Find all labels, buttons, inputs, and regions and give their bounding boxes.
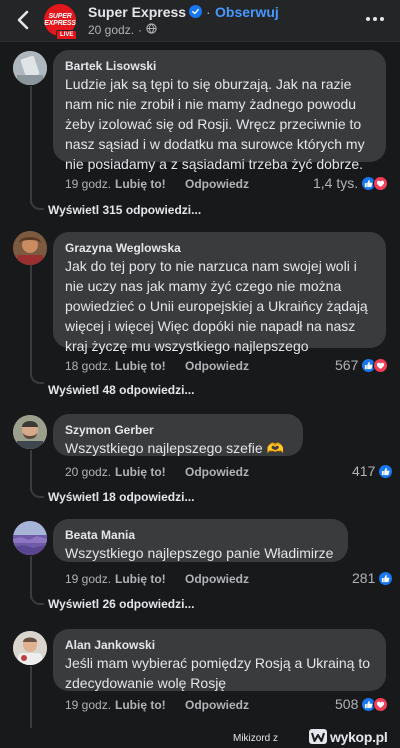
view-replies-link[interactable]: Wyświetl 18 odpowiedzi...: [48, 490, 194, 504]
love-reaction-icon: [373, 357, 389, 373]
comment-time: 18 godz.: [65, 359, 112, 373]
verified-badge-icon: [189, 5, 202, 18]
comment-author[interactable]: Beata Mania: [65, 527, 336, 543]
reply-button[interactable]: Odpowiedz: [185, 359, 249, 373]
comment-actions: 19 godz. Lubię to! Odpowiedz: [65, 572, 249, 586]
thread-line: [30, 86, 32, 204]
comment-actions: 19 godz. Lubię to! Odpowiedz: [65, 177, 249, 191]
reaction-summary[interactable]: 567: [335, 357, 389, 373]
comment-line: Jeśli mam wybierać pomiędzy Rosją a Ukra…: [65, 655, 370, 671]
reaction-count: 1,4 tys.: [313, 175, 359, 191]
brand-line-2: EXPRESS: [44, 20, 76, 27]
love-reaction-icon: [373, 175, 389, 191]
comment-line: powiedzieć o Unii europejskiej a Ukraińc…: [65, 298, 368, 314]
avatar[interactable]: [13, 415, 47, 449]
comment-author[interactable]: Bartek Lisowski: [65, 58, 374, 74]
reply-button[interactable]: Odpowiedz: [185, 465, 249, 479]
comment-time: 19 godz.: [65, 698, 112, 712]
wykop-logo-icon: [309, 729, 327, 744]
avatar[interactable]: [13, 631, 47, 665]
thread-curve: [30, 372, 44, 384]
reaction-summary[interactable]: 508: [335, 696, 389, 712]
comment-bubble: Grazyna Weglowska Jak do tej pory to nie…: [53, 232, 386, 354]
reaction-summary[interactable]: 1,4 tys.: [313, 175, 389, 191]
comment-line: żeby izolować się od Rosji. Wręcz przeci…: [65, 116, 362, 132]
like-reaction-icon: [378, 570, 394, 586]
avatar[interactable]: [13, 231, 47, 265]
thread-line: [30, 263, 32, 377]
view-replies-link[interactable]: Wyświetl 315 odpowiedzi...: [48, 203, 201, 217]
post-meta: 20 godz. ·: [88, 23, 157, 37]
reply-button[interactable]: Odpowiedz: [185, 177, 249, 191]
meta-dot: ·: [138, 23, 143, 37]
comment-line: Wszystkiego najlepszego szefie 🫶: [65, 440, 284, 456]
thread-line: [30, 556, 32, 598]
comment-line: więcej i więcej Więc dopóki nie napadł n…: [65, 318, 356, 334]
reaction-count: 567: [335, 357, 359, 373]
avatar[interactable]: [13, 521, 47, 555]
comment-bubble: Szymon Gerber Wszystkiego najlepszego sz…: [53, 414, 303, 456]
thread-curve: [30, 486, 44, 498]
post-time: 20 godz.: [88, 23, 135, 37]
like-button[interactable]: Lubię to!: [115, 698, 185, 712]
page-name[interactable]: Super Express: [88, 4, 186, 20]
comment-line: nam nic nie zrobił i nie mamy żadnego po…: [65, 96, 357, 112]
comment-line: nie posiadamy a z sąsiadami trzeba żyć d…: [65, 156, 364, 172]
comment-line: Jak do tej pory to nie narzuca nam swoje…: [65, 258, 357, 274]
thread-line: [30, 450, 32, 491]
comment-line: zdecydowanie wolę Rosję: [65, 675, 227, 691]
love-reaction-icon: [373, 696, 389, 712]
comment-time: 19 godz.: [65, 572, 112, 586]
comment-actions: 18 godz. Lubię to! Odpowiedz: [65, 359, 249, 373]
comment-bubble: Bartek Lisowski Ludzie jak są tępi to si…: [53, 50, 386, 172]
reaction-summary[interactable]: 281: [352, 570, 394, 586]
view-replies-link[interactable]: Wyświetl 48 odpowiedzi...: [48, 383, 194, 397]
like-button[interactable]: Lubię to!: [115, 359, 185, 373]
like-reaction-icon: [378, 463, 394, 479]
reaction-summary[interactable]: 417: [352, 463, 394, 479]
separator-dot: ·: [206, 4, 211, 20]
follow-button[interactable]: Obserwuj: [215, 4, 279, 20]
like-button[interactable]: Lubię to!: [115, 572, 185, 586]
comment-line: Wszystkiego najlepszego panie Władimirze: [65, 545, 334, 561]
comment-time: 19 godz.: [65, 177, 112, 191]
comment-author[interactable]: Grazyna Weglowska: [65, 240, 374, 256]
brand-line-1: SUPER: [48, 13, 72, 20]
reaction-count: 281: [352, 570, 376, 586]
comment-line: Ludzie jak są tępi to się oburzają. Jak …: [65, 76, 352, 92]
avatar[interactable]: [13, 51, 47, 85]
comment-actions: 19 godz. Lubię to! Odpowiedz: [65, 698, 249, 712]
like-button[interactable]: Lubię to!: [115, 177, 185, 191]
post-header: SUPER EXPRESS LIVE Super Express · Obser…: [0, 0, 400, 42]
thread-curve: [30, 198, 44, 210]
comment-line: nasz sąsiad i w dodatku ma surowce który…: [65, 136, 365, 152]
watermark-user: Mikizord z: [233, 733, 279, 744]
comment-line: kraj życzę mu wszystkiego najlepszego: [65, 338, 309, 354]
more-options-icon[interactable]: [362, 8, 388, 30]
comment-time: 20 godz.: [65, 465, 112, 479]
comment-bubble: Beata Mania Wszystkiego najlepszego pani…: [53, 519, 348, 562]
comment-author[interactable]: Alan Jankowski: [65, 637, 374, 653]
comment-line: nie uczy nas jak mamy żyć czego nie możn…: [65, 278, 342, 294]
thread-line: [30, 666, 32, 728]
reaction-count: 508: [335, 696, 359, 712]
view-replies-link[interactable]: Wyświetl 26 odpowiedzi...: [48, 597, 194, 611]
back-arrow-icon[interactable]: [10, 6, 36, 34]
comment-author[interactable]: Szymon Gerber: [65, 422, 291, 438]
globe-icon: [146, 23, 157, 37]
thread-curve: [30, 593, 44, 605]
reply-button[interactable]: Odpowiedz: [185, 698, 249, 712]
like-button[interactable]: Lubię to!: [115, 465, 185, 479]
comment-actions: 20 godz. Lubię to! Odpowiedz: [65, 465, 249, 479]
reaction-count: 417: [352, 463, 376, 479]
comment-bubble: Alan Jankowski Jeśli mam wybierać pomięd…: [53, 629, 386, 691]
watermark-site: wykop.pl: [330, 729, 388, 745]
reply-button[interactable]: Odpowiedz: [185, 572, 249, 586]
live-badge: LIVE: [56, 30, 78, 40]
